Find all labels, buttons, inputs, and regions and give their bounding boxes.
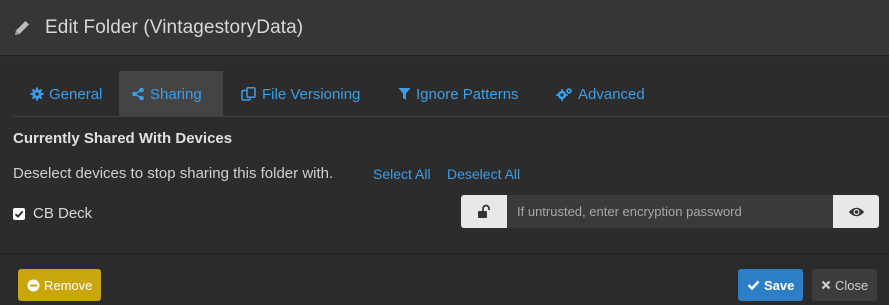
device-row: CB Deck — [13, 205, 92, 222]
device-name: CB Deck — [33, 205, 93, 222]
deselect-all-link[interactable]: Deselect All — [447, 166, 520, 182]
save-button[interactable]: Save — [738, 269, 804, 301]
dialog-header: Edit Folder (VintagestoryData) — [0, 0, 889, 56]
tab-ignore-patterns-label: Ignore Patterns — [416, 85, 519, 103]
tab-advanced-label: Advanced — [578, 85, 645, 103]
eye-icon — [848, 207, 864, 216]
check-icon — [747, 280, 760, 291]
tab-bar: General Sharing File Versioning Ignore P… — [13, 71, 889, 117]
dialog-body: General Sharing File Versioning Ignore P… — [0, 57, 889, 253]
copy-icon — [241, 87, 256, 101]
close-button-label: Close — [835, 277, 869, 293]
tab-advanced[interactable]: Advanced — [544, 71, 657, 117]
tab-general-label: General — [49, 85, 103, 103]
tab-file-versioning[interactable]: File Versioning — [229, 71, 372, 117]
pencil-icon — [12, 18, 32, 38]
gears-icon — [556, 88, 572, 101]
encryption-password-group — [461, 195, 879, 228]
save-button-label: Save — [764, 277, 795, 293]
tab-sharing[interactable]: Sharing — [119, 71, 223, 117]
share-icon — [132, 87, 144, 101]
tab-file-versioning-label: File Versioning — [262, 85, 361, 103]
dialog-title: Edit Folder (VintagestoryData) — [45, 16, 304, 38]
section-title: Currently Shared With Devices — [13, 130, 233, 147]
remove-button-label: Remove — [44, 277, 93, 293]
sharing-hint: Deselect devices to stop sharing this fo… — [13, 165, 334, 182]
device-checkbox[interactable] — [13, 207, 25, 220]
edit-folder-dialog: Edit Folder (VintagestoryData) General S… — [0, 0, 889, 305]
show-password-button[interactable] — [833, 195, 879, 228]
encryption-password-input[interactable] — [507, 195, 833, 228]
tab-general[interactable]: General — [18, 71, 114, 117]
remove-button[interactable]: Remove — [18, 269, 102, 301]
unlock-icon — [461, 195, 507, 228]
minus-circle-icon — [27, 279, 40, 291]
tab-ignore-patterns[interactable]: Ignore Patterns — [386, 71, 531, 117]
tab-sharing-label: Sharing — [150, 85, 202, 103]
gear-icon — [30, 87, 44, 101]
select-all-link[interactable]: Select All — [373, 166, 431, 182]
close-button[interactable]: Close — [812, 269, 878, 301]
dialog-footer: Remove Save Close — [0, 253, 889, 305]
filter-icon — [398, 88, 411, 100]
check-icon — [14, 210, 24, 218]
close-icon — [821, 280, 831, 290]
